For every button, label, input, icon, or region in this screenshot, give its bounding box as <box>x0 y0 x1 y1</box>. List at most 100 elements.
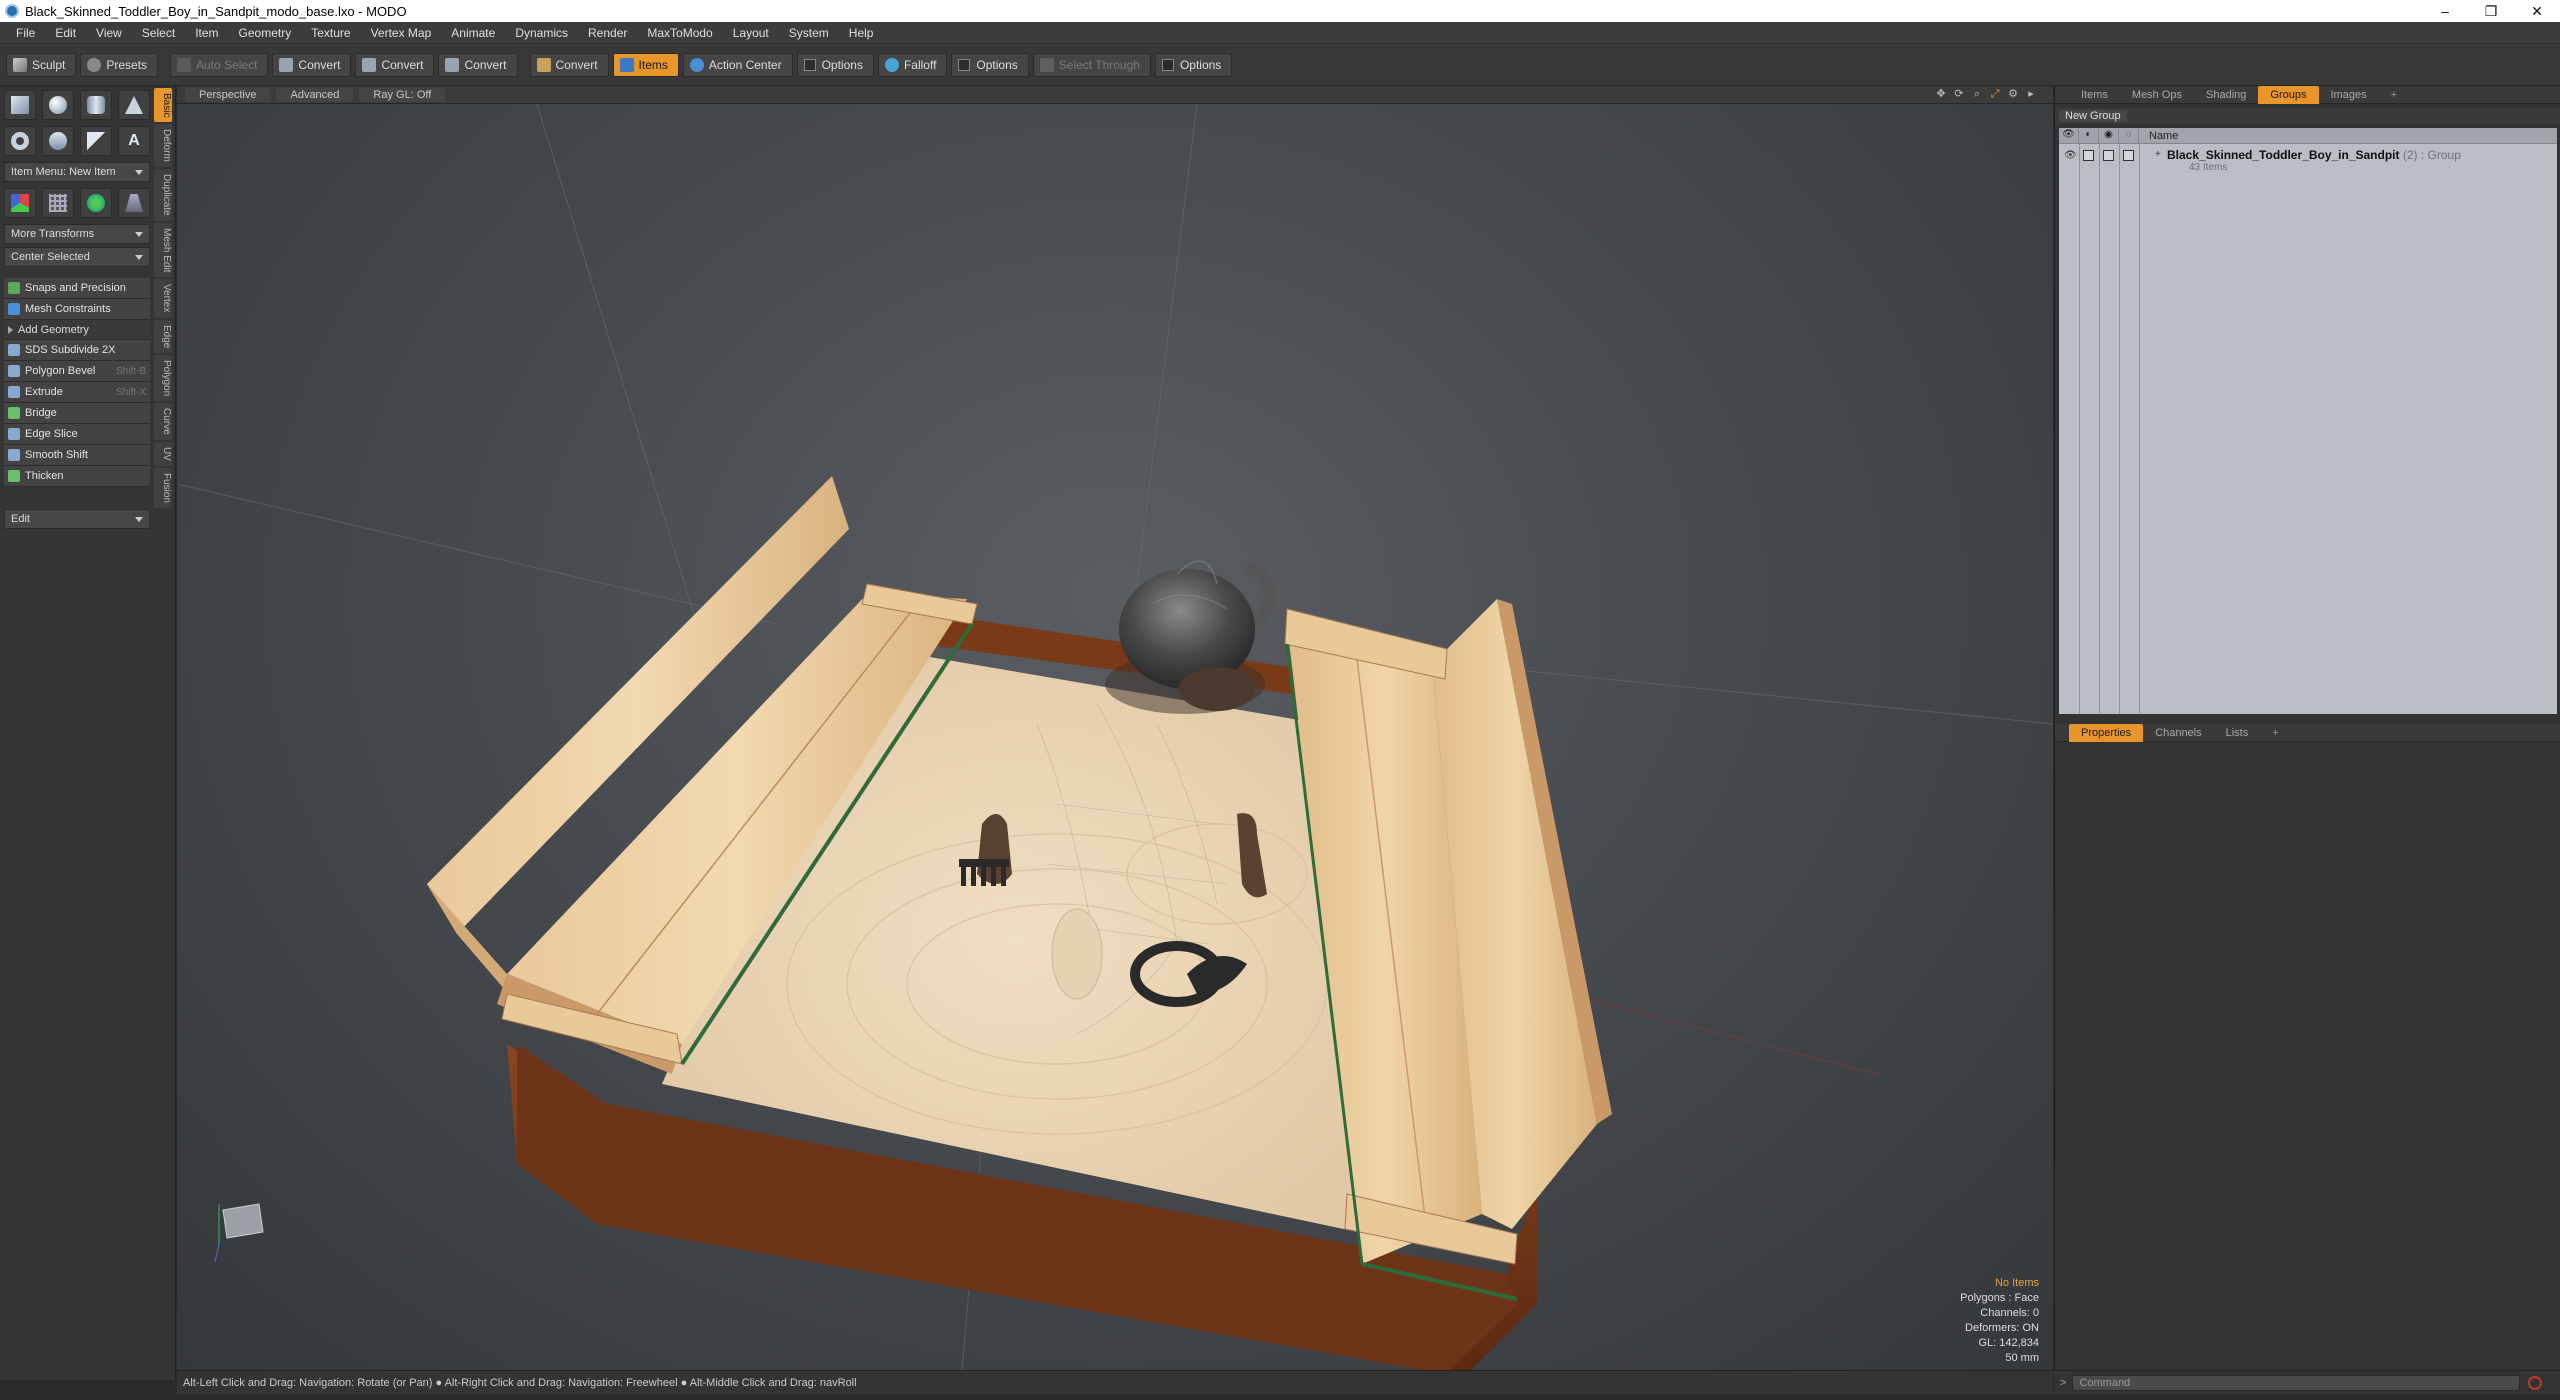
minimize-button[interactable]: – <box>2422 0 2468 22</box>
tab-items[interactable]: Items <box>2069 86 2120 104</box>
falloff-options[interactable]: Options <box>951 52 1029 77</box>
tab-shading[interactable]: Shading <box>2194 86 2258 104</box>
tab-mesh-edit[interactable]: Mesh Edit <box>154 222 172 278</box>
lock-column-icon[interactable]: ◉ <box>2099 128 2119 143</box>
rotate-button[interactable] <box>80 188 112 218</box>
add-tab-icon[interactable]: + <box>2379 86 2409 104</box>
action-center-options[interactable]: Options <box>796 52 874 77</box>
menu-view[interactable]: View <box>86 22 132 44</box>
add-geometry-section[interactable]: Add Geometry <box>4 320 150 340</box>
options-checkbox[interactable] <box>958 58 971 71</box>
tab-vertex[interactable]: Vertex <box>154 279 172 318</box>
auto-select-button[interactable]: Auto Select <box>170 52 269 77</box>
capsule-button[interactable] <box>42 126 74 156</box>
snaps-precision-button[interactable]: Snaps and Precision <box>4 278 150 299</box>
tab-duplicate[interactable]: Duplicate <box>154 169 172 221</box>
name-column-header[interactable]: Name <box>2139 130 2178 142</box>
mesh-constraints-button[interactable]: Mesh Constraints <box>4 299 150 320</box>
shading-mode-button[interactable]: Advanced <box>276 87 354 102</box>
falloff-button[interactable]: Falloff <box>877 52 948 77</box>
tab-channels[interactable]: Channels <box>2143 724 2213 742</box>
select-toggle[interactable] <box>2123 150 2134 161</box>
cone-button[interactable] <box>118 90 150 120</box>
presets-button[interactable]: Presets <box>80 52 159 77</box>
menu-animate[interactable]: Animate <box>441 22 505 44</box>
sds-subdivide-button[interactable]: SDS Subdivide 2X <box>4 340 150 361</box>
close-button[interactable]: ✕ <box>2514 0 2560 22</box>
menu-help[interactable]: Help <box>839 22 884 44</box>
convert-materials-button[interactable]: Convert <box>529 52 609 77</box>
convert-vertices-button[interactable]: Convert <box>272 52 352 77</box>
select-through-options[interactable]: Options <box>1154 52 1233 77</box>
wedge-button[interactable] <box>80 126 112 156</box>
expand-icon[interactable]: + <box>2155 149 2161 160</box>
thicken-button[interactable]: Thicken <box>4 466 150 487</box>
group-row[interactable]: 👁 + Black_Skinned_Toddler_Boy_in_Sandpit… <box>2059 146 2557 173</box>
menu-dynamics[interactable]: Dynamics <box>505 22 578 44</box>
cylinder-button[interactable] <box>80 90 112 120</box>
polygon-bevel-button[interactable]: Polygon Bevel Shift-B <box>4 361 150 382</box>
render-toggle[interactable] <box>2083 150 2094 161</box>
select-through-button[interactable]: Select Through <box>1032 52 1151 77</box>
convert-polygons-button[interactable]: Convert <box>438 52 518 77</box>
menu-vertex-map[interactable]: Vertex Map <box>361 22 442 44</box>
menu-maxtomodo[interactable]: MaxToModo <box>637 22 722 44</box>
more-transforms-dropdown[interactable]: More Transforms <box>4 224 150 244</box>
action-center-button[interactable]: Action Center <box>682 52 793 77</box>
grid-button[interactable] <box>42 188 74 218</box>
tab-polygon[interactable]: Polygon <box>154 355 172 402</box>
convert-edges-button[interactable]: Convert <box>355 52 435 77</box>
expand-icon[interactable]: ▸ <box>2025 88 2037 100</box>
smooth-shift-button[interactable]: Smooth Shift <box>4 445 150 466</box>
view-type-button[interactable]: Perspective <box>185 87 271 102</box>
raygl-button[interactable]: Ray GL: Off <box>359 87 446 102</box>
maximize-button[interactable]: ❐ <box>2468 0 2514 22</box>
3d-viewport[interactable]: Perspective Advanced Ray GL: Off ✥ ⟳ ⌕ ⤢… <box>177 86 2053 1370</box>
tab-images[interactable]: Images <box>2319 86 2379 104</box>
visibility-column-icon[interactable]: 👁 <box>2059 128 2079 143</box>
tab-edge[interactable]: Edge <box>154 319 172 354</box>
tab-fusion[interactable]: Fusion <box>154 467 172 508</box>
bridge-button[interactable]: Bridge <box>4 403 150 424</box>
edge-slice-button[interactable]: Edge Slice <box>4 424 150 445</box>
menu-item[interactable]: Item <box>185 22 228 44</box>
menu-select[interactable]: Select <box>132 22 185 44</box>
sculpt-button[interactable]: Sculpt <box>6 52 77 77</box>
menu-edit[interactable]: Edit <box>45 22 86 44</box>
menu-file[interactable]: File <box>6 22 45 44</box>
settings-icon[interactable]: ⚙ <box>2007 88 2019 100</box>
items-mode-button[interactable]: Items <box>612 52 679 77</box>
add-tab-icon[interactable]: + <box>2260 724 2290 742</box>
menu-system[interactable]: System <box>779 22 839 44</box>
text-button[interactable]: A <box>118 126 150 156</box>
tab-basic[interactable]: Basic <box>154 88 172 123</box>
tab-groups[interactable]: Groups <box>2258 85 2319 104</box>
menu-render[interactable]: Render <box>578 22 637 44</box>
options-checkbox[interactable] <box>1161 58 1174 71</box>
tab-mesh-ops[interactable]: Mesh Ops <box>2120 86 2194 104</box>
center-selected-dropdown[interactable]: Center Selected <box>4 247 150 267</box>
new-group-button[interactable]: New Group <box>2059 110 2127 122</box>
fit-icon[interactable]: ⤢ <box>1989 88 2001 100</box>
tab-uv[interactable]: UV <box>154 441 172 466</box>
groups-list[interactable]: 👁 ◐ ◉ ◌ Name 👁 + Black_Skinned_Toddler_B… <box>2059 128 2557 714</box>
tab-properties[interactable]: Properties <box>2069 723 2144 742</box>
orbit-icon[interactable]: ⟳ <box>1953 88 1965 100</box>
tab-curve[interactable]: Curve <box>154 403 172 440</box>
select-column-icon[interactable]: ◌ <box>2119 128 2139 143</box>
tab-lists[interactable]: Lists <box>2214 724 2261 742</box>
scale-button[interactable] <box>118 188 150 218</box>
edit-dropdown[interactable]: Edit <box>4 509 150 529</box>
menu-layout[interactable]: Layout <box>723 22 779 44</box>
lock-toggle[interactable] <box>2103 150 2114 161</box>
tab-deform[interactable]: Deform <box>154 124 172 168</box>
command-input[interactable]: Command <box>2072 1374 2521 1391</box>
options-checkbox[interactable] <box>803 58 816 71</box>
cube-button[interactable] <box>4 90 36 120</box>
torus-button[interactable] <box>4 126 36 156</box>
transform-button[interactable] <box>4 188 36 218</box>
eye-icon[interactable]: 👁 <box>2064 150 2077 161</box>
menu-texture[interactable]: Texture <box>301 22 360 44</box>
render-column-icon[interactable]: ◐ <box>2079 128 2099 143</box>
item-menu-dropdown[interactable]: Item Menu: New Item <box>4 162 150 182</box>
